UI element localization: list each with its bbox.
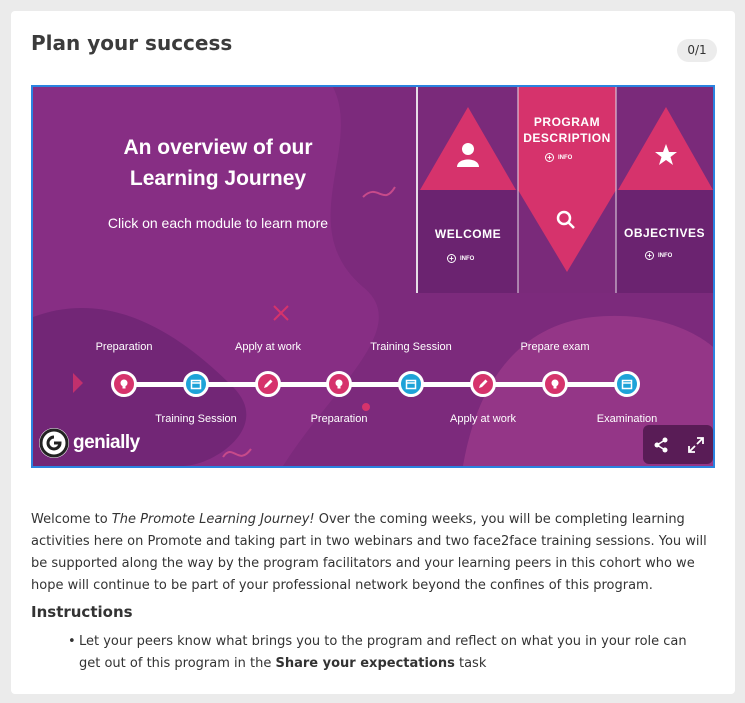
share-icon[interactable]: [652, 436, 670, 454]
timeline-label: Apply at work: [449, 413, 517, 425]
pencil-icon: [479, 379, 488, 388]
timeline-node-apply-at-work[interactable]: [470, 371, 496, 397]
timeline-node-preparation[interactable]: [111, 371, 137, 397]
timeline-node-training-session[interactable]: [398, 371, 424, 397]
fullscreen-icon[interactable]: [687, 436, 705, 454]
timeline-label: Prepare exam: [520, 341, 590, 353]
plus-icon: +: [447, 254, 456, 263]
objectives-info[interactable]: + INFO: [645, 251, 672, 260]
lightbulb-icon: [120, 379, 128, 389]
module-objectives[interactable]: OBJECTIVES: [616, 226, 713, 240]
progress-counter-badge: 0/1: [677, 39, 717, 62]
plus-icon: +: [545, 153, 554, 162]
task-name: Share your expectations: [275, 656, 455, 671]
lightbulb-icon: [551, 379, 559, 389]
search-icon[interactable]: [556, 210, 576, 230]
instructions-heading: Instructions: [31, 603, 133, 621]
timeline-label: Apply at work: [234, 341, 302, 353]
star-icon[interactable]: [654, 143, 678, 167]
timeline-label: Examination: [596, 413, 658, 425]
timeline-node-apply-at-work[interactable]: [255, 371, 281, 397]
program-description-info[interactable]: + INFO: [545, 153, 572, 162]
timeline-node-training-session[interactable]: [183, 371, 209, 397]
module-grid: PROGRAM DESCRIPTION + INFO WELCOME + INF…: [416, 87, 713, 293]
timeline-label: Training Session: [370, 341, 452, 353]
timeline-label: Preparation: [95, 341, 153, 353]
intro-paragraph: Welcome to The Promote Learning Journey!…: [31, 512, 707, 593]
module-program-description[interactable]: PROGRAM DESCRIPTION: [518, 115, 616, 145]
page-title: Plan your success: [31, 31, 233, 55]
journey-name: The Promote Learning Journey!: [111, 512, 315, 527]
timeline-node-examination[interactable]: [614, 371, 640, 397]
timeline-label: Preparation: [310, 413, 368, 425]
timeline-node-preparation[interactable]: [326, 371, 352, 397]
bullet-dot: •: [68, 634, 76, 649]
genially-logo[interactable]: genially: [39, 428, 140, 458]
timeline-node-prepare-exam[interactable]: [542, 371, 568, 397]
genially-logo-text: genially: [73, 432, 140, 453]
genially-logo-icon: [39, 428, 69, 458]
overview-subtitle: Click on each module to learn more: [107, 215, 329, 231]
overview-title: An overview of our Learning Journey: [123, 136, 313, 190]
activity-card: Plan your success 0/1 An overview of our…: [11, 11, 735, 694]
module-welcome[interactable]: WELCOME: [418, 227, 518, 241]
embed-toolbar: [643, 425, 713, 464]
calendar-icon: [405, 379, 417, 390]
plus-icon: +: [645, 251, 654, 260]
lightbulb-icon: [335, 379, 343, 389]
calendar-icon: [621, 379, 633, 390]
user-icon: [457, 143, 479, 167]
timeline-label: Training Session: [155, 413, 237, 425]
pencil-icon: [264, 379, 273, 388]
welcome-info[interactable]: + INFO: [447, 254, 474, 263]
calendar-icon: [190, 379, 202, 390]
genially-embed[interactable]: An overview of our Learning Journey Clic…: [31, 85, 715, 468]
